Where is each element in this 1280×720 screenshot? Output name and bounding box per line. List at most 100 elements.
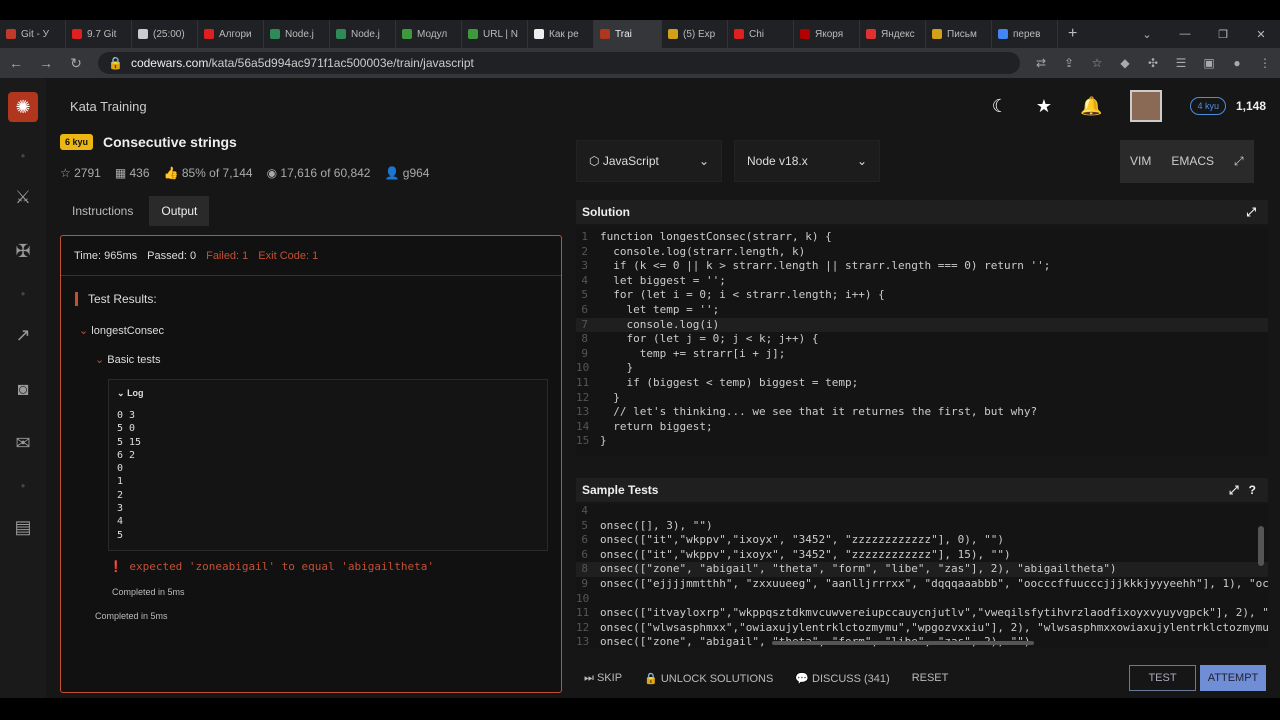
attempt-button[interactable]: ATTEMPT: [1200, 665, 1266, 691]
tab-favicon-icon: [204, 29, 214, 39]
test-button[interactable]: TEST: [1129, 665, 1196, 691]
browser-tab[interactable]: (5) Exp: [662, 20, 728, 48]
browser-tab[interactable]: URL | N: [462, 20, 528, 48]
javascript-icon: ⬡: [589, 154, 600, 168]
runtime-select[interactable]: Node v18.x ⌄: [734, 140, 880, 182]
language-select[interactable]: ⬡ JavaScript ⌄: [576, 140, 722, 182]
describe-block[interactable]: ⌄ longestConsec: [79, 324, 164, 337]
tab-label: Яндекс: [881, 28, 915, 40]
nav-leaderboard-icon[interactable]: ↗: [15, 308, 30, 362]
collections-icon[interactable]: ▦: [115, 166, 126, 180]
browser-tab[interactable]: Node.j: [330, 20, 396, 48]
test-line: 8 onsec(["zone", "abigail", "theta", "for…: [576, 562, 1268, 577]
restore-icon[interactable]: ❐: [1204, 28, 1242, 41]
nav-dot: ●: [20, 480, 26, 490]
browser-tab[interactable]: Письм: [926, 20, 992, 48]
browser-tab[interactable]: Модул: [396, 20, 462, 48]
browser-tab[interactable]: 9.7 Git: [66, 20, 132, 48]
tab-label: (25:00): [153, 28, 185, 40]
minimize-icon[interactable]: —: [1166, 28, 1204, 41]
back-icon[interactable]: ←: [8, 55, 24, 71]
kata-stats: ☆ 2791 ▦ 436 👍 85% of 7,144 ◉ 17,616 of …: [60, 166, 429, 180]
log-line: 5: [117, 529, 124, 541]
browser-tab[interactable]: Как ре: [528, 20, 594, 48]
unlock-solutions-button[interactable]: 🔒 UNLOCK SOLUTIONS: [644, 672, 773, 685]
assertion-error: ❗ expected 'zoneabigail' to equal 'abiga…: [109, 560, 434, 573]
test-line: 10: [576, 592, 1268, 607]
extension-shield-icon[interactable]: ◆: [1118, 56, 1132, 70]
vertical-scrollbar[interactable]: [1258, 526, 1264, 566]
browser-tab[interactable]: Алгори: [198, 20, 264, 48]
expand-icon[interactable]: ⤢: [1246, 205, 1256, 220]
browser-tab[interactable]: Node.j: [264, 20, 330, 48]
menu-dots-icon[interactable]: ⋮: [1258, 56, 1272, 70]
editor-mode-buttons: VIM EMACS ⤢: [1120, 140, 1254, 183]
browser-tab[interactable]: Chi: [728, 20, 794, 48]
tab-favicon-icon: [336, 29, 346, 39]
browser-tab[interactable]: Яндекс: [860, 20, 926, 48]
bookmark-icon[interactable]: ★: [1036, 96, 1052, 117]
notifications-bell-icon[interactable]: 🔔: [1080, 96, 1102, 117]
forward-icon[interactable]: →: [38, 55, 54, 71]
browser-tab[interactable]: Trai: [594, 20, 662, 48]
output-summary: Time: 965ms Passed: 0 Failed: 1 Exit Cod…: [61, 236, 561, 276]
reset-button[interactable]: RESET: [912, 672, 949, 684]
vim-button[interactable]: VIM: [1120, 140, 1161, 183]
nav-train-icon[interactable]: ✠: [15, 224, 30, 278]
avatar[interactable]: [1130, 90, 1163, 122]
browser-tab[interactable]: (25:00): [132, 20, 198, 48]
runtime-label: Node v18.x: [747, 154, 808, 168]
bookmark-star-icon[interactable]: ☆: [1090, 56, 1104, 70]
honor-count: 1,148: [1235, 99, 1266, 113]
sample-tests-editor[interactable]: 4 5 onsec([], 3), "") 6 onsec(["it","wkppv",…: [576, 504, 1268, 648]
tab-favicon-icon: [534, 29, 544, 39]
close-icon[interactable]: ✕: [1242, 28, 1280, 41]
nav-docs-icon[interactable]: ▤: [14, 500, 31, 554]
tab-instructions[interactable]: Instructions: [60, 196, 145, 226]
horizontal-scrollbar[interactable]: [772, 641, 1034, 645]
share-icon[interactable]: ⇪: [1062, 56, 1076, 70]
code-text: console.log(i): [600, 317, 720, 331]
it-block[interactable]: ⌄ Basic tests: [95, 353, 160, 366]
tab-label: 9.7 Git: [87, 28, 117, 40]
line-number: 11: [576, 606, 590, 620]
solution-editor[interactable]: 1 function longestConsec(strarr, k) {2 co…: [576, 228, 1268, 456]
author[interactable]: g964: [403, 166, 430, 180]
reload-icon[interactable]: ↻: [68, 55, 84, 72]
tab-output[interactable]: Output: [149, 196, 210, 226]
line-number: 11: [576, 375, 590, 389]
new-tab-icon[interactable]: +: [1058, 25, 1087, 43]
reading-list-icon[interactable]: ☰: [1174, 56, 1188, 70]
skip-button[interactable]: ⏭ SKIP: [584, 672, 622, 685]
log-line: 1: [117, 476, 124, 488]
help-icon[interactable]: ?: [1249, 483, 1256, 497]
profile-icon[interactable]: ●: [1230, 56, 1244, 70]
fullscreen-icon[interactable]: ⤢: [1224, 140, 1254, 183]
star-icon[interactable]: ☆: [60, 166, 71, 180]
browser-tab[interactable]: перев: [992, 20, 1058, 48]
translate-icon[interactable]: ⇄: [1034, 56, 1048, 70]
discuss-label: DISCUSS (341): [812, 672, 890, 685]
browser-tab[interactable]: Git - У: [0, 20, 66, 48]
discuss-button[interactable]: 💬 DISCUSS (341): [795, 672, 889, 685]
solution-header: Solution ⤢: [576, 200, 1268, 224]
extensions-puzzle-icon[interactable]: ✣: [1146, 56, 1160, 70]
browser-tab[interactable]: Якоря: [794, 20, 860, 48]
error-text: expected 'zoneabigail' to equal 'abigail…: [129, 560, 434, 573]
left-tabs: Instructions Output: [60, 196, 210, 226]
log-title[interactable]: ⌄ Log: [117, 388, 539, 399]
sample-tests-header: Sample Tests ⤢ ?: [576, 478, 1268, 502]
chevron-down-icon[interactable]: ⌄: [1128, 28, 1166, 41]
codewars-logo-icon[interactable]: ✺: [8, 92, 38, 122]
expand-icon[interactable]: ⤢: [1229, 483, 1239, 497]
sidebar-icon[interactable]: ▣: [1202, 56, 1216, 70]
code-text: let temp = '';: [600, 302, 720, 316]
nav-discord-icon[interactable]: ◙: [18, 362, 29, 416]
url-input[interactable]: 🔒 codewars.com/kata/56a5d994ac971f1ac500…: [98, 52, 1020, 74]
nav-practice-icon[interactable]: ⚔: [15, 170, 31, 224]
nav-discussion-icon[interactable]: ✉: [15, 416, 30, 470]
tab-favicon-icon: [866, 29, 876, 39]
dark-mode-moon-icon[interactable]: ☾: [992, 96, 1008, 117]
tab-favicon-icon: [468, 29, 478, 39]
emacs-button[interactable]: EMACS: [1161, 140, 1224, 183]
